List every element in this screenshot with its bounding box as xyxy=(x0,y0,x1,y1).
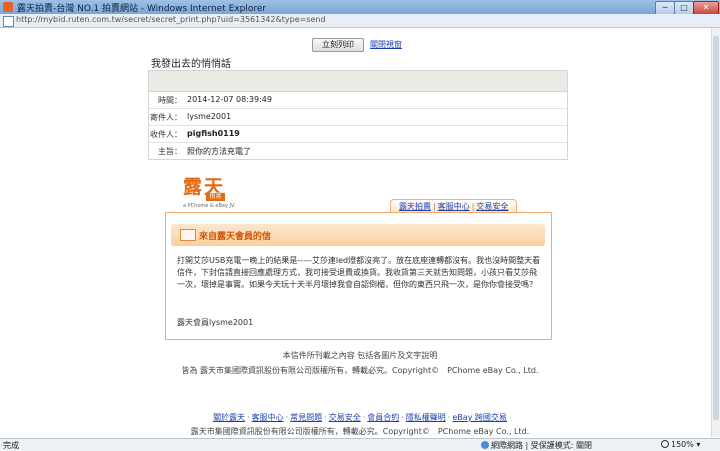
security-zone[interactable]: 網際網路 | 受保護模式: 關閉 xyxy=(481,440,592,451)
mail-box: 來自露天會員的信 打開艾莎USB充電一晚上的結果是-----艾莎連led燈都沒亮… xyxy=(165,212,552,340)
page-icon xyxy=(3,16,14,27)
mail-body: 打開艾莎USB充電一晚上的結果是-----艾莎連led燈都沒亮了。放在底座連轉都… xyxy=(177,256,541,289)
recipient-value: pigfish0119 xyxy=(187,129,240,138)
security-zone-text: 網際網路 | 受保護模式: 關閉 xyxy=(491,441,593,450)
tab-ruten[interactable]: 露天拍賣 xyxy=(399,202,431,211)
zoom-control[interactable]: 150% ▾ xyxy=(661,440,700,449)
mail-nav-tabs: 露天拍賣 | 客服中心 | 交易安全 xyxy=(390,199,518,213)
recipient-label: 收件人： xyxy=(150,130,182,139)
message-row-time: 時間： 2014-12-07 08:39:49 xyxy=(149,92,567,109)
ie-page-icon xyxy=(3,2,13,12)
mail-header-title: 來自露天會員的信 xyxy=(199,232,272,242)
address-url[interactable]: http://mybid.ruten.com.tw/secret/secret_… xyxy=(16,15,326,24)
ruten-logo: 露 天 拍賣 a PChome & eBay JV xyxy=(183,172,243,212)
mail-signature: 露天會員lysme2001 xyxy=(177,318,254,327)
logo-char-1: 露 xyxy=(183,176,203,198)
footer-link-ebay[interactable]: eBay 跨國交易 xyxy=(452,413,507,422)
address-bar[interactable]: http://mybid.ruten.com.tw/secret/secret_… xyxy=(0,14,720,28)
tab-trade-safety[interactable]: 交易安全 xyxy=(476,202,508,211)
time-value: 2014-12-07 08:39:49 xyxy=(187,95,272,104)
scrollbar-thumb[interactable] xyxy=(713,36,719,420)
status-bar: 完成 網際網路 | 受保護模式: 關閉 150% ▾ xyxy=(0,438,720,451)
footer-link-about[interactable]: 關於露天 xyxy=(213,413,245,422)
vertical-scrollbar[interactable] xyxy=(711,28,720,437)
copyright-notice-2: 皆為 露天市集國際資訊股份有限公司版權所有，轉載必究。Copyright© PC… xyxy=(181,366,539,375)
message-row-subject: 主旨： 照你的方法充電了 xyxy=(149,143,567,159)
sender-label: 寄件人： xyxy=(150,113,182,122)
time-label: 時間： xyxy=(158,96,182,105)
close-window-link[interactable]: 關閉視窗 xyxy=(370,39,402,50)
footer-link-service[interactable]: 客服中心 xyxy=(252,413,284,422)
mail-header: 來自露天會員的信 xyxy=(171,224,545,246)
message-details-table: 時間： 2014-12-07 08:39:49 寄件人： lysme2001 收… xyxy=(148,70,568,160)
tab-separator: | xyxy=(433,202,436,211)
subject-value: 照你的方法充電了 xyxy=(187,147,251,156)
sender-value: lysme2001 xyxy=(187,112,232,121)
footer-link-terms[interactable]: 會員合約 xyxy=(367,413,399,422)
message-row-recipient: 收件人： pigfish0119 xyxy=(149,126,567,143)
logo-tagline: a PChome & eBay JV xyxy=(183,203,235,209)
print-button[interactable]: 立刻列印 xyxy=(312,38,364,52)
tab-customer-service[interactable]: 客服中心 xyxy=(438,202,470,211)
copyright-notice-1: 本信件所刊載之內容 包括各圖片及文字說明 xyxy=(282,351,438,360)
message-row-sender: 寄件人： lysme2001 xyxy=(149,109,567,126)
message-table-header xyxy=(149,71,567,92)
globe-icon xyxy=(481,441,489,449)
action-row: 立刻列印 關閉視窗 xyxy=(0,38,720,52)
footer-copyright: 露天市集國際資訊股份有限公司版權所有，轉載必究。Copyright© PChom… xyxy=(190,427,530,436)
minimize-button[interactable]: ─ xyxy=(655,1,675,15)
footer-link-faq[interactable]: 常見問題 xyxy=(290,413,322,422)
close-window-button[interactable]: ✕ xyxy=(693,1,719,15)
footer-link-privacy[interactable]: 隱私權聲明 xyxy=(406,413,446,422)
footer-link-safety[interactable]: 交易安全 xyxy=(329,413,361,422)
subject-label: 主旨： xyxy=(158,147,182,156)
zoom-icon xyxy=(661,440,669,448)
logo-badge: 拍賣 xyxy=(206,193,225,201)
zoom-level: 150% xyxy=(671,440,694,449)
window-title-bar: 露天拍賣-台灣 NO.1 拍賣網站 - Windows Internet Exp… xyxy=(0,0,720,15)
window-title: 露天拍賣-台灣 NO.1 拍賣網站 - Windows Internet Exp… xyxy=(17,4,267,14)
status-text: 完成 xyxy=(3,441,19,450)
page-title: 我發出去的悄悄話 xyxy=(151,59,231,70)
footer-links: 關於露天 ‧ 客服中心 ‧ 常見問題 ‧ 交易安全 ‧ 會員合約 ‧ 隱私權聲明 ‧ eBay 跨國交易 xyxy=(0,412,720,423)
maximize-button[interactable]: □ xyxy=(674,1,694,15)
envelope-icon xyxy=(180,229,196,241)
